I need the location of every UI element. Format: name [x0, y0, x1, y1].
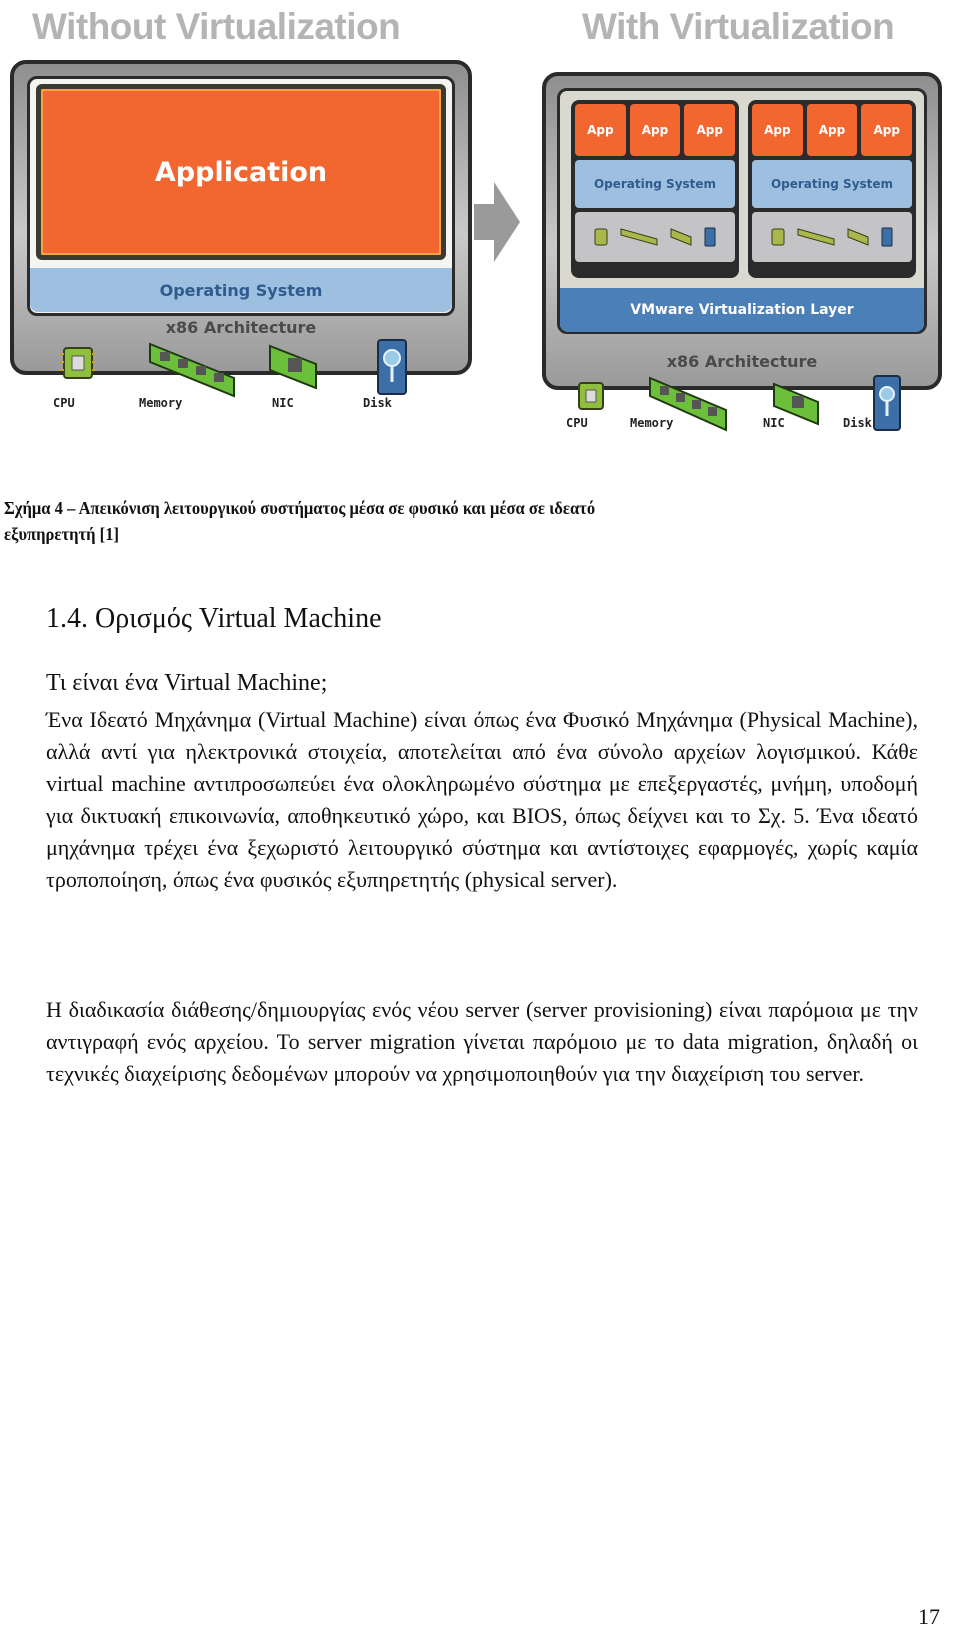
vm1-app-3: App	[684, 104, 736, 156]
vm1-operating-system: Operating System	[575, 160, 735, 208]
x86-architecture-label: x86 Architecture	[165, 318, 317, 337]
hw-label-memory-right: Memory	[630, 416, 674, 430]
figure-title-without-virtualization: Without Virtualization	[32, 6, 401, 47]
section-subheading: Τι είναι ένα Virtual Machine;	[46, 670, 328, 696]
hw-label-nic: NIC	[272, 396, 294, 410]
nic-icon	[269, 344, 317, 390]
figure-caption-line-2: εξυπηρετητή [1]	[4, 524, 119, 544]
vm2-apps: App App App	[752, 104, 913, 156]
application-label: Application	[154, 156, 328, 188]
paragraph-2: Η διαδικασία διάθεσης/δημιουργίας ενός ν…	[46, 997, 918, 1086]
vm2-app-1: App	[752, 104, 803, 156]
vm-disk-icon	[881, 227, 893, 247]
vm1-virtual-hardware	[575, 212, 735, 262]
vm-memory-icon	[620, 228, 658, 246]
hw-label-disk-right: Disk	[843, 416, 872, 430]
disk-icon	[873, 375, 901, 431]
hw-label-disk: Disk	[363, 396, 392, 410]
hw-label-nic-right: NIC	[763, 416, 785, 430]
paragraph-1: Ένα Ιδεατό Μηχάνημα (Virtual Machine) εί…	[46, 707, 918, 892]
vm2-app-2: App	[806, 104, 858, 156]
vm-cpu-icon	[771, 228, 785, 246]
vm-nic-icon	[847, 228, 869, 246]
disk-icon	[377, 339, 407, 395]
section-heading: 1.4. Ορισμός Virtual Machine	[46, 603, 382, 634]
memory-icon	[149, 342, 235, 398]
figure-caption-line-1: Σχήμα 4 – Απεικόνιση λειτουργικού συστήμ…	[4, 498, 596, 518]
application-block: Application	[36, 84, 446, 260]
vm2-virtual-hardware	[752, 212, 912, 262]
vm2-app-3: App	[861, 104, 913, 156]
virtualization-layer-label: VMware Virtualization Layer	[630, 302, 854, 318]
vm-disk-icon	[704, 227, 716, 247]
virtual-machine-2: App App App Operating System	[748, 100, 916, 278]
vm-memory-icon	[797, 228, 835, 246]
vm1-apps: App App App	[575, 104, 736, 156]
arrow-right-icon	[474, 182, 520, 262]
figure-caption: Σχήμα 4 – Απεικόνιση λειτουργικού συστήμ…	[4, 495, 595, 547]
figure-title-with-virtualization: With Virtualization	[582, 6, 895, 47]
page-number: 17	[918, 1604, 940, 1629]
vm1-app-2: App	[629, 104, 681, 156]
vm-nic-icon	[670, 228, 692, 246]
virtualization-layer-block: VMware Virtualization Layer	[560, 288, 924, 332]
operating-system-label: Operating System	[159, 280, 323, 300]
vm-cpu-icon	[594, 228, 608, 246]
cpu-icon	[578, 382, 604, 410]
hw-label-cpu: CPU	[53, 396, 75, 410]
x86-architecture-label-right: x86 Architecture	[666, 352, 818, 371]
vm1-app-1: App	[575, 104, 626, 156]
hw-label-cpu-right: CPU	[566, 416, 588, 430]
vm2-operating-system: Operating System	[752, 160, 912, 208]
virtual-machine-1: App App App Operating System	[571, 100, 739, 278]
cpu-icon	[60, 347, 96, 379]
operating-system-block: Operating System	[30, 268, 452, 312]
hw-label-memory: Memory	[139, 396, 183, 410]
